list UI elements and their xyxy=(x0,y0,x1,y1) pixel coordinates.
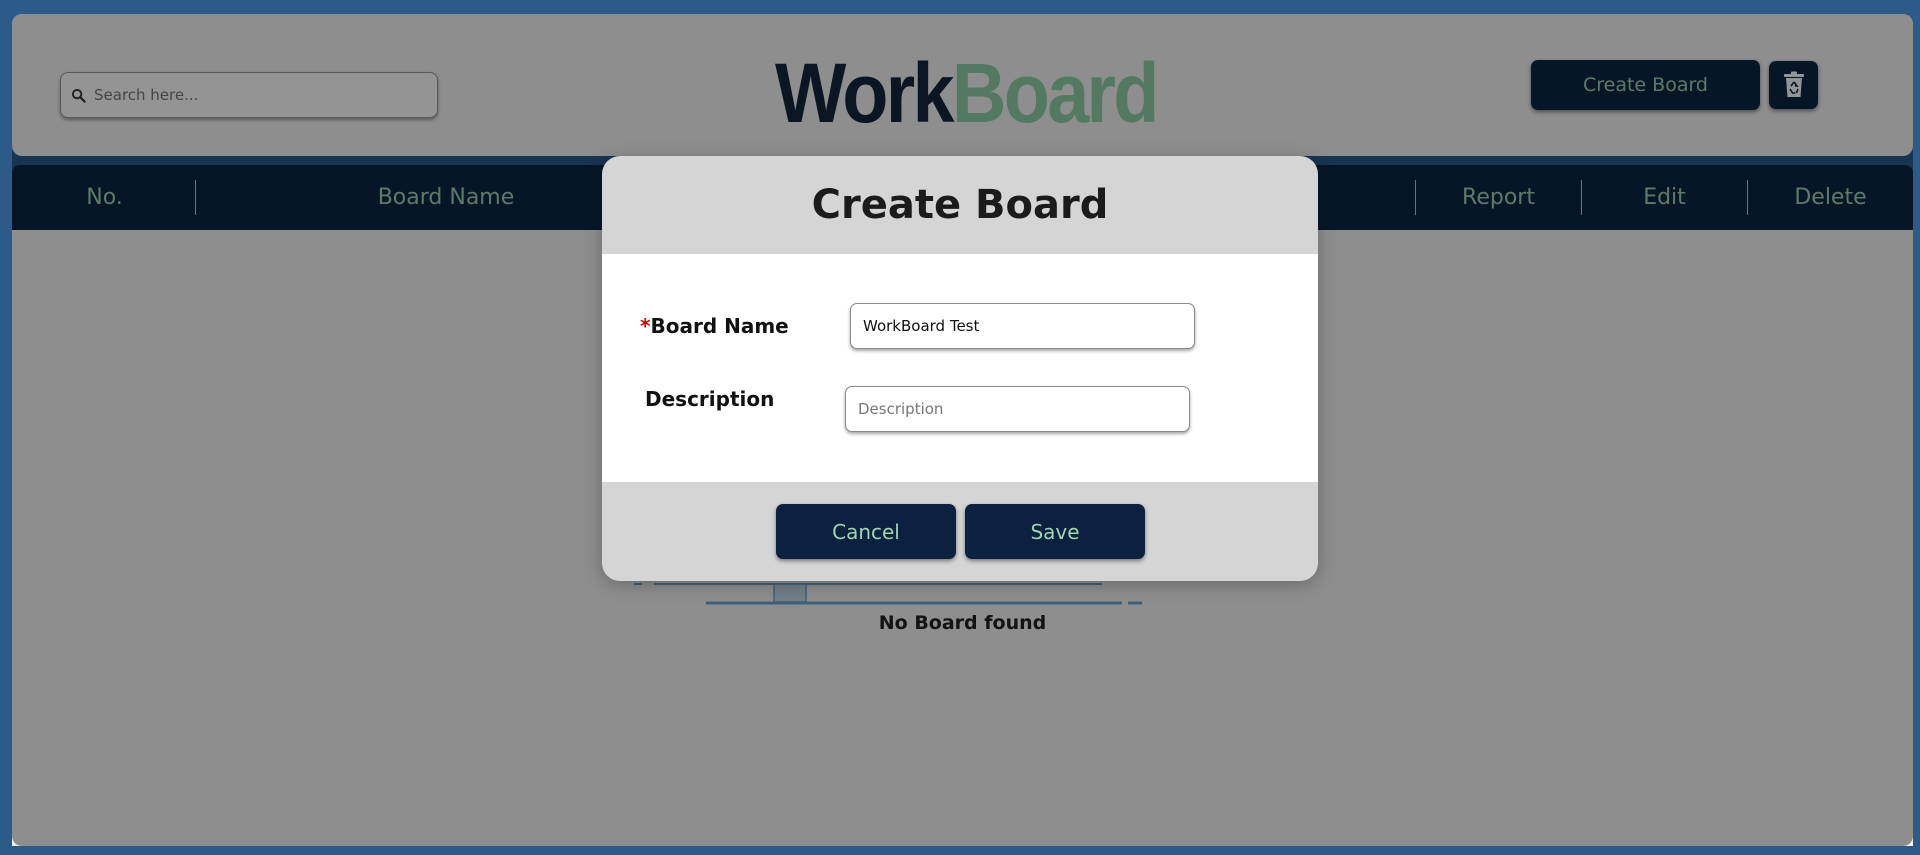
description-field[interactable] xyxy=(845,386,1190,432)
dialog-footer: Cancel Save xyxy=(602,482,1318,581)
create-board-dialog: Create Board *Board Name Description Can… xyxy=(602,156,1318,581)
dialog-title: Create Board xyxy=(602,156,1318,254)
cancel-button[interactable]: Cancel xyxy=(776,504,956,559)
board-name-label: *Board Name xyxy=(640,314,789,338)
board-name-label-text: Board Name xyxy=(650,314,789,338)
board-name-field[interactable] xyxy=(850,303,1195,349)
dialog-body: *Board Name Description xyxy=(602,254,1318,482)
save-button[interactable]: Save xyxy=(965,504,1145,559)
required-marker: * xyxy=(640,314,651,338)
description-label: Description xyxy=(645,387,775,411)
